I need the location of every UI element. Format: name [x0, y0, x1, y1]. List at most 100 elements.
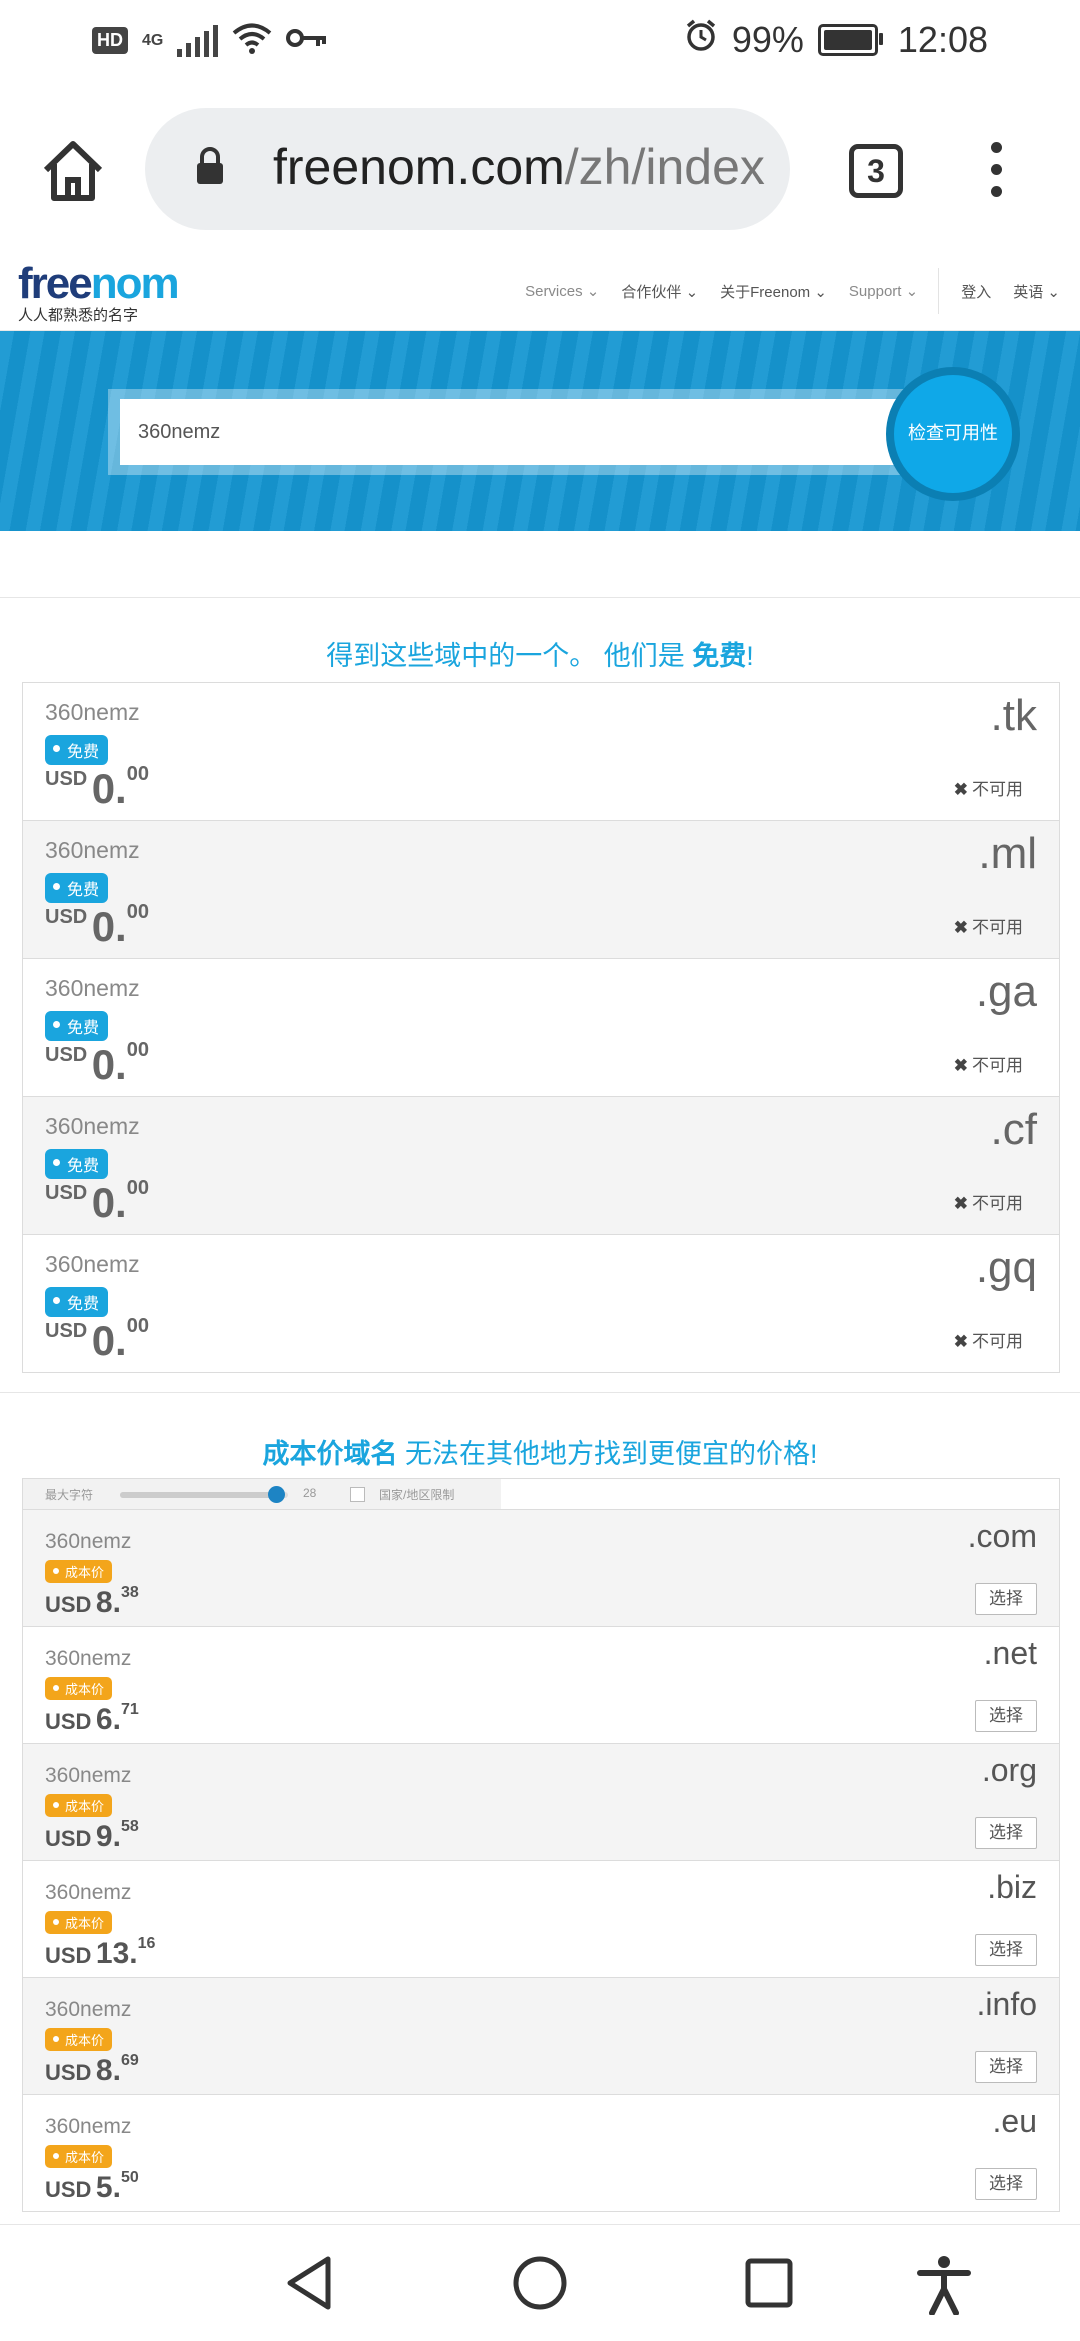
- tld: .ml: [978, 829, 1037, 878]
- select-button[interactable]: 选择: [975, 1934, 1037, 1966]
- status-left: HD 4G: [92, 22, 328, 59]
- nav-login[interactable]: 登入: [961, 281, 991, 302]
- select-button[interactable]: 选择: [975, 2168, 1037, 2200]
- chevron-down-icon: ⌄: [586, 283, 600, 300]
- url-path: /zh/index: [564, 139, 765, 195]
- close-icon: ✖: [953, 780, 968, 799]
- max-chars-value: 28: [303, 1486, 317, 1500]
- address-bar[interactable]: freenom.com/zh/index: [145, 108, 790, 230]
- status-bar: HD 4G 99% 12:08: [0, 0, 1080, 84]
- free-badge: 免费: [45, 1149, 109, 1179]
- slider-handle[interactable]: [268, 1486, 286, 1503]
- unavailable-status: ✖ 不可用: [953, 1332, 1023, 1351]
- home-icon[interactable]: [38, 136, 108, 206]
- lock-icon[interactable]: [195, 146, 225, 191]
- max-chars-slider[interactable]: [120, 1486, 288, 1503]
- free-badge: 免费: [45, 1287, 109, 1317]
- tld: .ga: [975, 967, 1037, 1016]
- domain-name: 360nemz: [45, 837, 140, 863]
- cost-badge: 成本价: [45, 1794, 113, 1817]
- wifi-icon: [232, 22, 272, 59]
- list-item: 360nemz 成本价 USD 13.16 .biz 选择: [23, 1861, 1059, 1978]
- filter-bar: 最大字符 28 国家/地区限制: [23, 1479, 1059, 1510]
- tabs-button[interactable]: 3: [849, 144, 903, 198]
- unavailable-status: ✖ 不可用: [953, 918, 1023, 937]
- select-button[interactable]: 选择: [975, 1583, 1037, 1615]
- domain-search-input[interactable]: [120, 399, 940, 465]
- max-chars-label: 最大字符: [45, 1488, 94, 1502]
- cost-badge: 成本价: [45, 1560, 113, 1583]
- list-item: 360nemz 免费 USD 0.00 .ml ✖ 不可用: [23, 821, 1059, 959]
- cost-domain-list: 最大字符 28 国家/地区限制 360nemz 成本价 USD 8.38 .co…: [22, 1478, 1060, 2212]
- nav-support[interactable]: Support ⌄: [849, 282, 918, 300]
- accessibility-icon[interactable]: [916, 2255, 972, 2320]
- tld: .tk: [990, 691, 1037, 740]
- more-vert-icon[interactable]: [985, 142, 1007, 198]
- tld: .gq: [975, 1243, 1037, 1292]
- domain-name: 360nemz: [45, 1530, 132, 1553]
- select-button[interactable]: 选择: [975, 1700, 1037, 1732]
- nav-language[interactable]: 英语 ⌄: [1013, 281, 1060, 302]
- home-circle-icon[interactable]: [512, 2255, 568, 2316]
- list-item: 360nemz 免费 USD 0.00 .ga ✖ 不可用: [23, 959, 1059, 1097]
- domain-name: 360nemz: [45, 2115, 132, 2138]
- domain-name: 360nemz: [45, 1251, 140, 1277]
- cost-badge: 成本价: [45, 1911, 113, 1934]
- nav-about[interactable]: 关于Freenom ⌄: [720, 281, 827, 302]
- cost-badge: 成本价: [45, 2028, 113, 2051]
- free-section-title: 得到这些域中的一个。 他们是 免费!: [326, 641, 754, 671]
- url-text[interactable]: freenom.com/zh/index: [273, 138, 765, 196]
- price: USD 0.00: [45, 763, 149, 812]
- list-item: 360nemz 成本价 USD 9.58 .org 选择: [23, 1744, 1059, 1861]
- back-icon[interactable]: [284, 2255, 334, 2316]
- domain-name: 360nemz: [45, 1764, 132, 1787]
- close-icon: ✖: [953, 1056, 968, 1075]
- cost-badge: 成本价: [45, 2145, 113, 2168]
- unavailable-status: ✖ 不可用: [953, 1056, 1023, 1075]
- system-nav-bar: [0, 2224, 1080, 2341]
- freenom-logo[interactable]: freenom 人人都熟悉的名字: [18, 262, 180, 325]
- price: USD 5.50: [45, 2169, 139, 2204]
- select-button[interactable]: 选择: [975, 1817, 1037, 1849]
- price: USD 0.00: [45, 1039, 149, 1088]
- section-divider: [0, 597, 1080, 598]
- select-button[interactable]: 选择: [975, 2051, 1037, 2083]
- hero-banner: 检查可用性: [0, 331, 1080, 531]
- price: USD 9.58: [45, 1818, 139, 1853]
- vpn-key-icon: [286, 26, 328, 55]
- close-icon: ✖: [953, 1194, 968, 1213]
- list-item: 360nemz 成本价 USD 5.50 .eu 选择: [23, 2095, 1059, 2212]
- tld: .biz: [987, 1869, 1037, 1905]
- tld: .eu: [992, 2103, 1037, 2139]
- battery-icon: [817, 23, 883, 56]
- search-frame: [108, 389, 970, 475]
- list-item: 360nemz 免费 USD 0.00 .cf ✖ 不可用: [23, 1097, 1059, 1235]
- clock: 12:08: [897, 18, 988, 60]
- unavailable-status: ✖ 不可用: [953, 780, 1023, 799]
- cost-badge: 成本价: [45, 1677, 113, 1700]
- domain-name: 360nemz: [45, 1998, 132, 2021]
- nav-partners[interactable]: 合作伙伴 ⌄: [621, 281, 698, 302]
- url-domain: freenom.com: [273, 139, 565, 195]
- free-badge: 免费: [45, 873, 109, 903]
- nav-services[interactable]: Services ⌄: [525, 282, 599, 300]
- status-right: 99% 12:08: [684, 18, 988, 61]
- cost-section-title: 成本价域名 无法在其他地方找到更便宜的价格!: [262, 1439, 818, 1469]
- recents-icon[interactable]: [744, 2255, 794, 2316]
- free-badge: 免费: [45, 735, 109, 765]
- domain-name: 360nemz: [45, 1881, 132, 1904]
- tld: .net: [983, 1635, 1037, 1671]
- domain-name: 360nemz: [45, 1647, 132, 1670]
- browser-toolbar: freenom.com/zh/index 3: [0, 84, 1080, 252]
- nav-divider: [938, 268, 940, 314]
- chevron-down-icon: ⌄: [685, 283, 699, 301]
- tld: .cf: [990, 1105, 1037, 1154]
- check-availability-button[interactable]: 检查可用性: [886, 367, 1020, 501]
- site-header: freenom 人人都熟悉的名字 Services ⌄ 合作伙伴 ⌄ 关于Fre…: [0, 252, 1080, 331]
- domain-name: 360nemz: [45, 975, 140, 1001]
- free-domain-list: 360nemz 免费 USD 0.00 .tk ✖ 不可用 360nemz 免费 …: [22, 682, 1060, 1373]
- price: USD 13.16: [45, 1935, 156, 1970]
- country-restriction-checkbox[interactable]: [350, 1487, 365, 1502]
- hd-badge: HD: [92, 27, 128, 54]
- close-icon: ✖: [953, 918, 968, 937]
